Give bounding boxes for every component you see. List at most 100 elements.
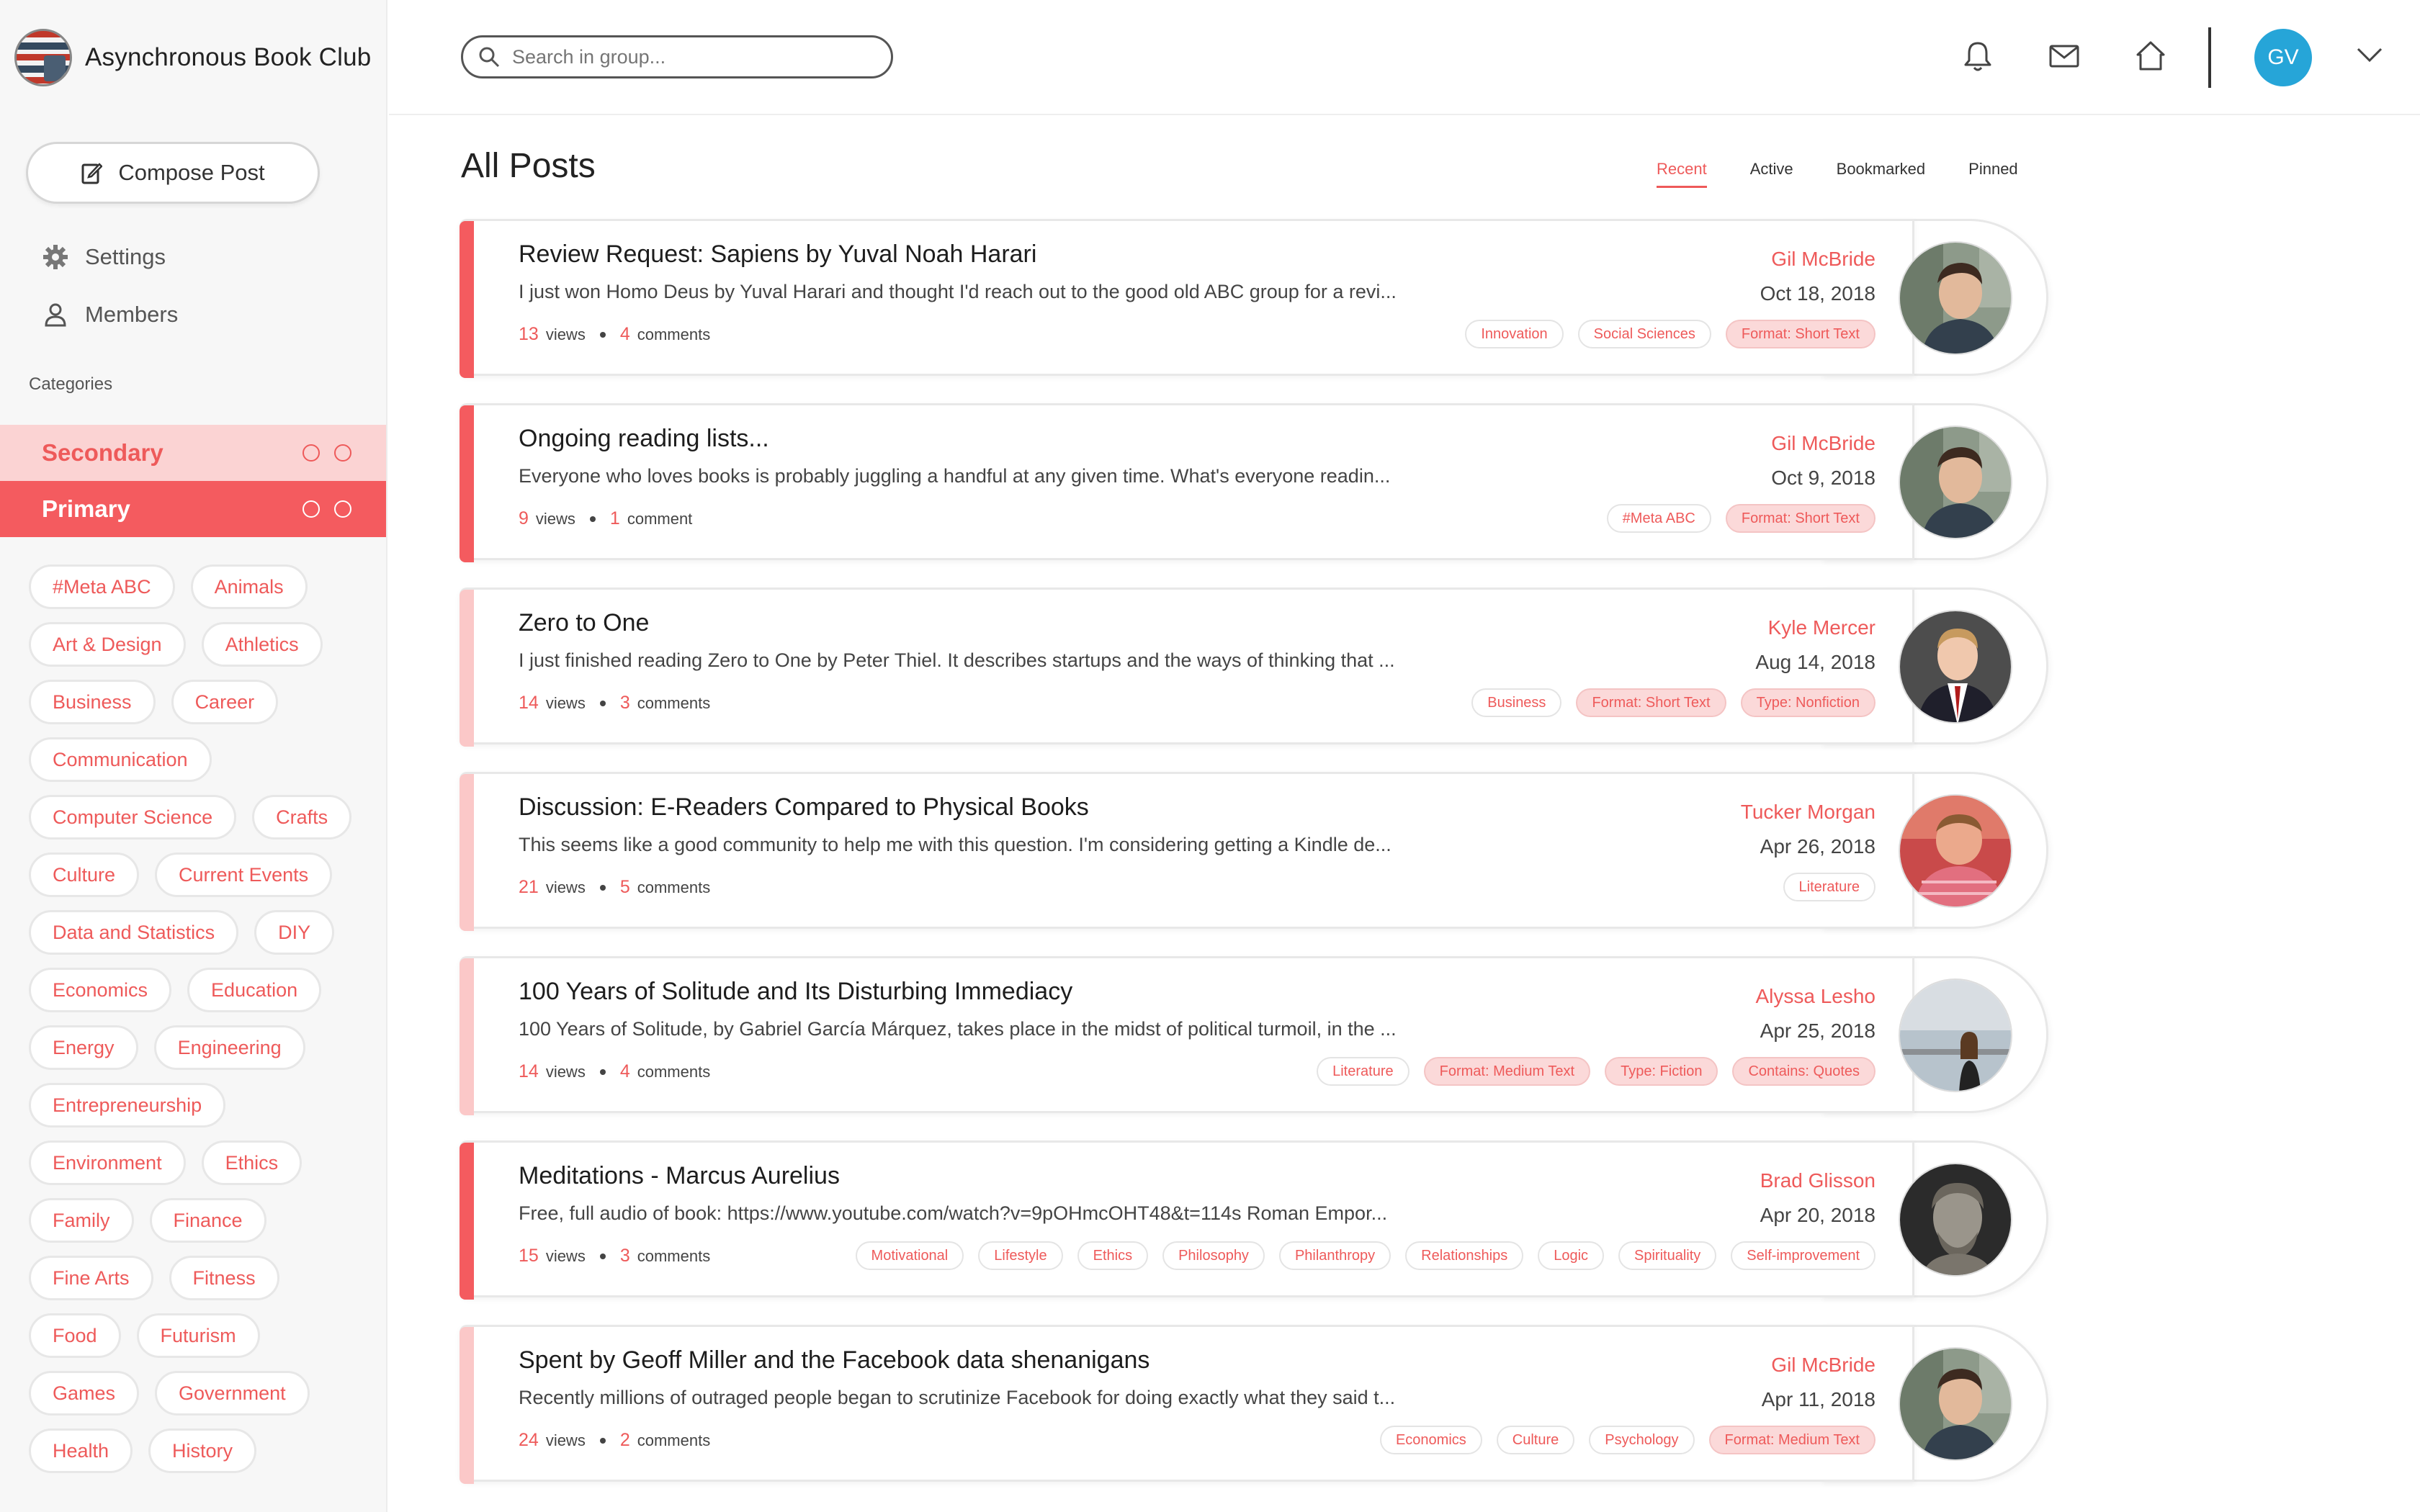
sidebar-tag[interactable]: Current Events: [155, 852, 333, 897]
sort-tab-pinned[interactable]: Pinned: [1968, 160, 2018, 188]
author-avatar[interactable]: [1899, 794, 2012, 908]
post-tag[interactable]: Innovation: [1465, 320, 1564, 348]
author-avatar[interactable]: [1899, 978, 2012, 1092]
comments-label[interactable]: comments: [637, 878, 710, 897]
post-author[interactable]: Brad Glisson: [1760, 1169, 1876, 1192]
sort-tab-active[interactable]: Active: [1750, 160, 1793, 188]
sidebar-tag[interactable]: Futurism: [136, 1313, 260, 1358]
post-tag[interactable]: Philanthropy: [1278, 1241, 1392, 1270]
post-title[interactable]: Zero to One: [519, 609, 649, 637]
comments-label[interactable]: comments: [637, 1431, 710, 1450]
post-title[interactable]: Meditations - Marcus Aurelius: [519, 1162, 840, 1190]
post-tag[interactable]: Motivational: [855, 1241, 964, 1270]
post-tag[interactable]: Format: Short Text: [1725, 320, 1876, 348]
comments-label[interactable]: comments: [637, 325, 710, 344]
comments-label[interactable]: comments: [637, 1063, 710, 1081]
post-author[interactable]: Alyssa Lesho: [1755, 985, 1876, 1008]
sidebar-tag[interactable]: Communication: [29, 737, 212, 782]
sidebar-tag[interactable]: Culture: [29, 852, 140, 897]
post-author[interactable]: Gil McBride: [1771, 1354, 1876, 1377]
post-title[interactable]: 100 Years of Solitude and Its Disturbing…: [519, 978, 1072, 1006]
comments-label[interactable]: comment: [627, 510, 692, 528]
sidebar-tag[interactable]: Career: [171, 680, 279, 724]
search-input[interactable]: [512, 45, 872, 68]
post-tag[interactable]: #Meta ABC: [1606, 504, 1711, 533]
sidebar-tag[interactable]: Art & Design: [29, 622, 186, 667]
sidebar-tag[interactable]: Entrepreneurship: [29, 1083, 226, 1128]
comments-label[interactable]: comments: [637, 694, 710, 713]
sidebar-tag[interactable]: Computer Science: [29, 795, 237, 840]
sidebar-tag[interactable]: Games: [29, 1371, 140, 1416]
post-tag[interactable]: Spirituality: [1618, 1241, 1717, 1270]
post-author[interactable]: Tucker Morgan: [1741, 801, 1876, 824]
home-icon[interactable]: [2132, 37, 2169, 75]
post-card[interactable]: 100 Years of Solitude and Its Disturbing…: [460, 956, 2048, 1115]
sidebar-tag[interactable]: Finance: [149, 1198, 266, 1243]
post-card[interactable]: Meditations - Marcus Aurelius Free, full …: [460, 1140, 2048, 1300]
post-tag[interactable]: Format: Medium Text: [1708, 1426, 1876, 1454]
post-tag[interactable]: Literature: [1317, 1057, 1410, 1086]
sidebar-tag[interactable]: Athletics: [201, 622, 323, 667]
mail-icon[interactable]: [2045, 37, 2083, 75]
post-author[interactable]: Kyle Mercer: [1768, 616, 1876, 639]
settings-link[interactable]: Settings: [42, 243, 166, 271]
sidebar-tag[interactable]: Fine Arts: [29, 1256, 153, 1300]
category-secondary[interactable]: Secondary: [0, 425, 386, 481]
comments-label[interactable]: comments: [637, 1247, 710, 1266]
post-tag[interactable]: Social Sciences: [1577, 320, 1711, 348]
sidebar-tag[interactable]: Government: [155, 1371, 310, 1416]
sidebar-tag[interactable]: Fitness: [169, 1256, 279, 1300]
post-tag[interactable]: Psychology: [1589, 1426, 1695, 1454]
author-avatar[interactable]: [1899, 1163, 2012, 1277]
members-link[interactable]: Members: [42, 301, 178, 328]
post-title[interactable]: Review Request: Sapiens by Yuval Noah Ha…: [519, 240, 1036, 269]
sidebar-tag[interactable]: Environment: [29, 1140, 186, 1185]
post-title[interactable]: Discussion: E-Readers Compared to Physic…: [519, 793, 1089, 822]
post-author[interactable]: Gil McBride: [1771, 432, 1876, 455]
sidebar-tag[interactable]: Health: [29, 1428, 133, 1473]
post-tag[interactable]: Logic: [1538, 1241, 1605, 1270]
post-title[interactable]: Ongoing reading lists...: [519, 425, 769, 453]
post-tag[interactable]: Format: Medium Text: [1423, 1057, 1591, 1086]
post-tag[interactable]: Format: Short Text: [1725, 504, 1876, 533]
sidebar-tag[interactable]: Engineering: [153, 1025, 305, 1070]
chevron-down-icon[interactable]: [2355, 45, 2384, 65]
sidebar-tag[interactable]: Family: [29, 1198, 134, 1243]
author-avatar[interactable]: [1899, 1347, 2012, 1461]
post-card[interactable]: Zero to One I just finished reading Zero …: [460, 588, 2048, 747]
sidebar-tag[interactable]: Animals: [190, 564, 308, 609]
category-primary[interactable]: Primary: [0, 481, 386, 537]
post-tag[interactable]: Literature: [1783, 873, 1876, 901]
post-tag[interactable]: Lifestyle: [978, 1241, 1063, 1270]
sidebar-tag[interactable]: Ethics: [201, 1140, 302, 1185]
sidebar-tag[interactable]: Data and Statistics: [29, 910, 239, 955]
post-card[interactable]: Ongoing reading lists... Everyone who lov…: [460, 403, 2048, 562]
post-tag[interactable]: Economics: [1379, 1426, 1482, 1454]
sidebar-tag[interactable]: Food: [29, 1313, 121, 1358]
compose-post-button[interactable]: Compose Post: [26, 142, 320, 204]
post-tag[interactable]: Format: Short Text: [1576, 688, 1726, 717]
post-tag[interactable]: Business: [1471, 688, 1562, 717]
post-tag[interactable]: Self-improvement: [1731, 1241, 1876, 1270]
post-tag[interactable]: Contains: Quotes: [1732, 1057, 1876, 1086]
sidebar-tag[interactable]: Energy: [29, 1025, 138, 1070]
sidebar-tag[interactable]: #Meta ABC: [29, 564, 175, 609]
sidebar-tag[interactable]: History: [148, 1428, 257, 1473]
post-title[interactable]: Spent by Geoff Miller and the Facebook d…: [519, 1346, 1150, 1374]
post-tag[interactable]: Philosophy: [1162, 1241, 1265, 1270]
post-card[interactable]: Review Request: Sapiens by Yuval Noah Ha…: [460, 219, 2048, 378]
sidebar-tag[interactable]: Business: [29, 680, 156, 724]
author-avatar[interactable]: [1899, 610, 2012, 724]
post-tag[interactable]: Relationships: [1405, 1241, 1524, 1270]
user-avatar[interactable]: GV: [2254, 29, 2312, 86]
sort-tab-recent[interactable]: Recent: [1657, 160, 1707, 188]
post-card[interactable]: Discussion: E-Readers Compared to Physic…: [460, 772, 2048, 931]
sidebar-tag[interactable]: DIY: [254, 910, 335, 955]
post-tag[interactable]: Type: Fiction: [1605, 1057, 1718, 1086]
author-avatar[interactable]: [1899, 241, 2012, 355]
post-card[interactable]: Spent by Geoff Miller and the Facebook d…: [460, 1325, 2048, 1484]
sort-tab-bookmarked[interactable]: Bookmarked: [1837, 160, 1926, 188]
author-avatar[interactable]: [1899, 426, 2012, 539]
bell-icon[interactable]: [1959, 37, 1996, 75]
brand[interactable]: Asynchronous Book Club: [14, 27, 371, 88]
